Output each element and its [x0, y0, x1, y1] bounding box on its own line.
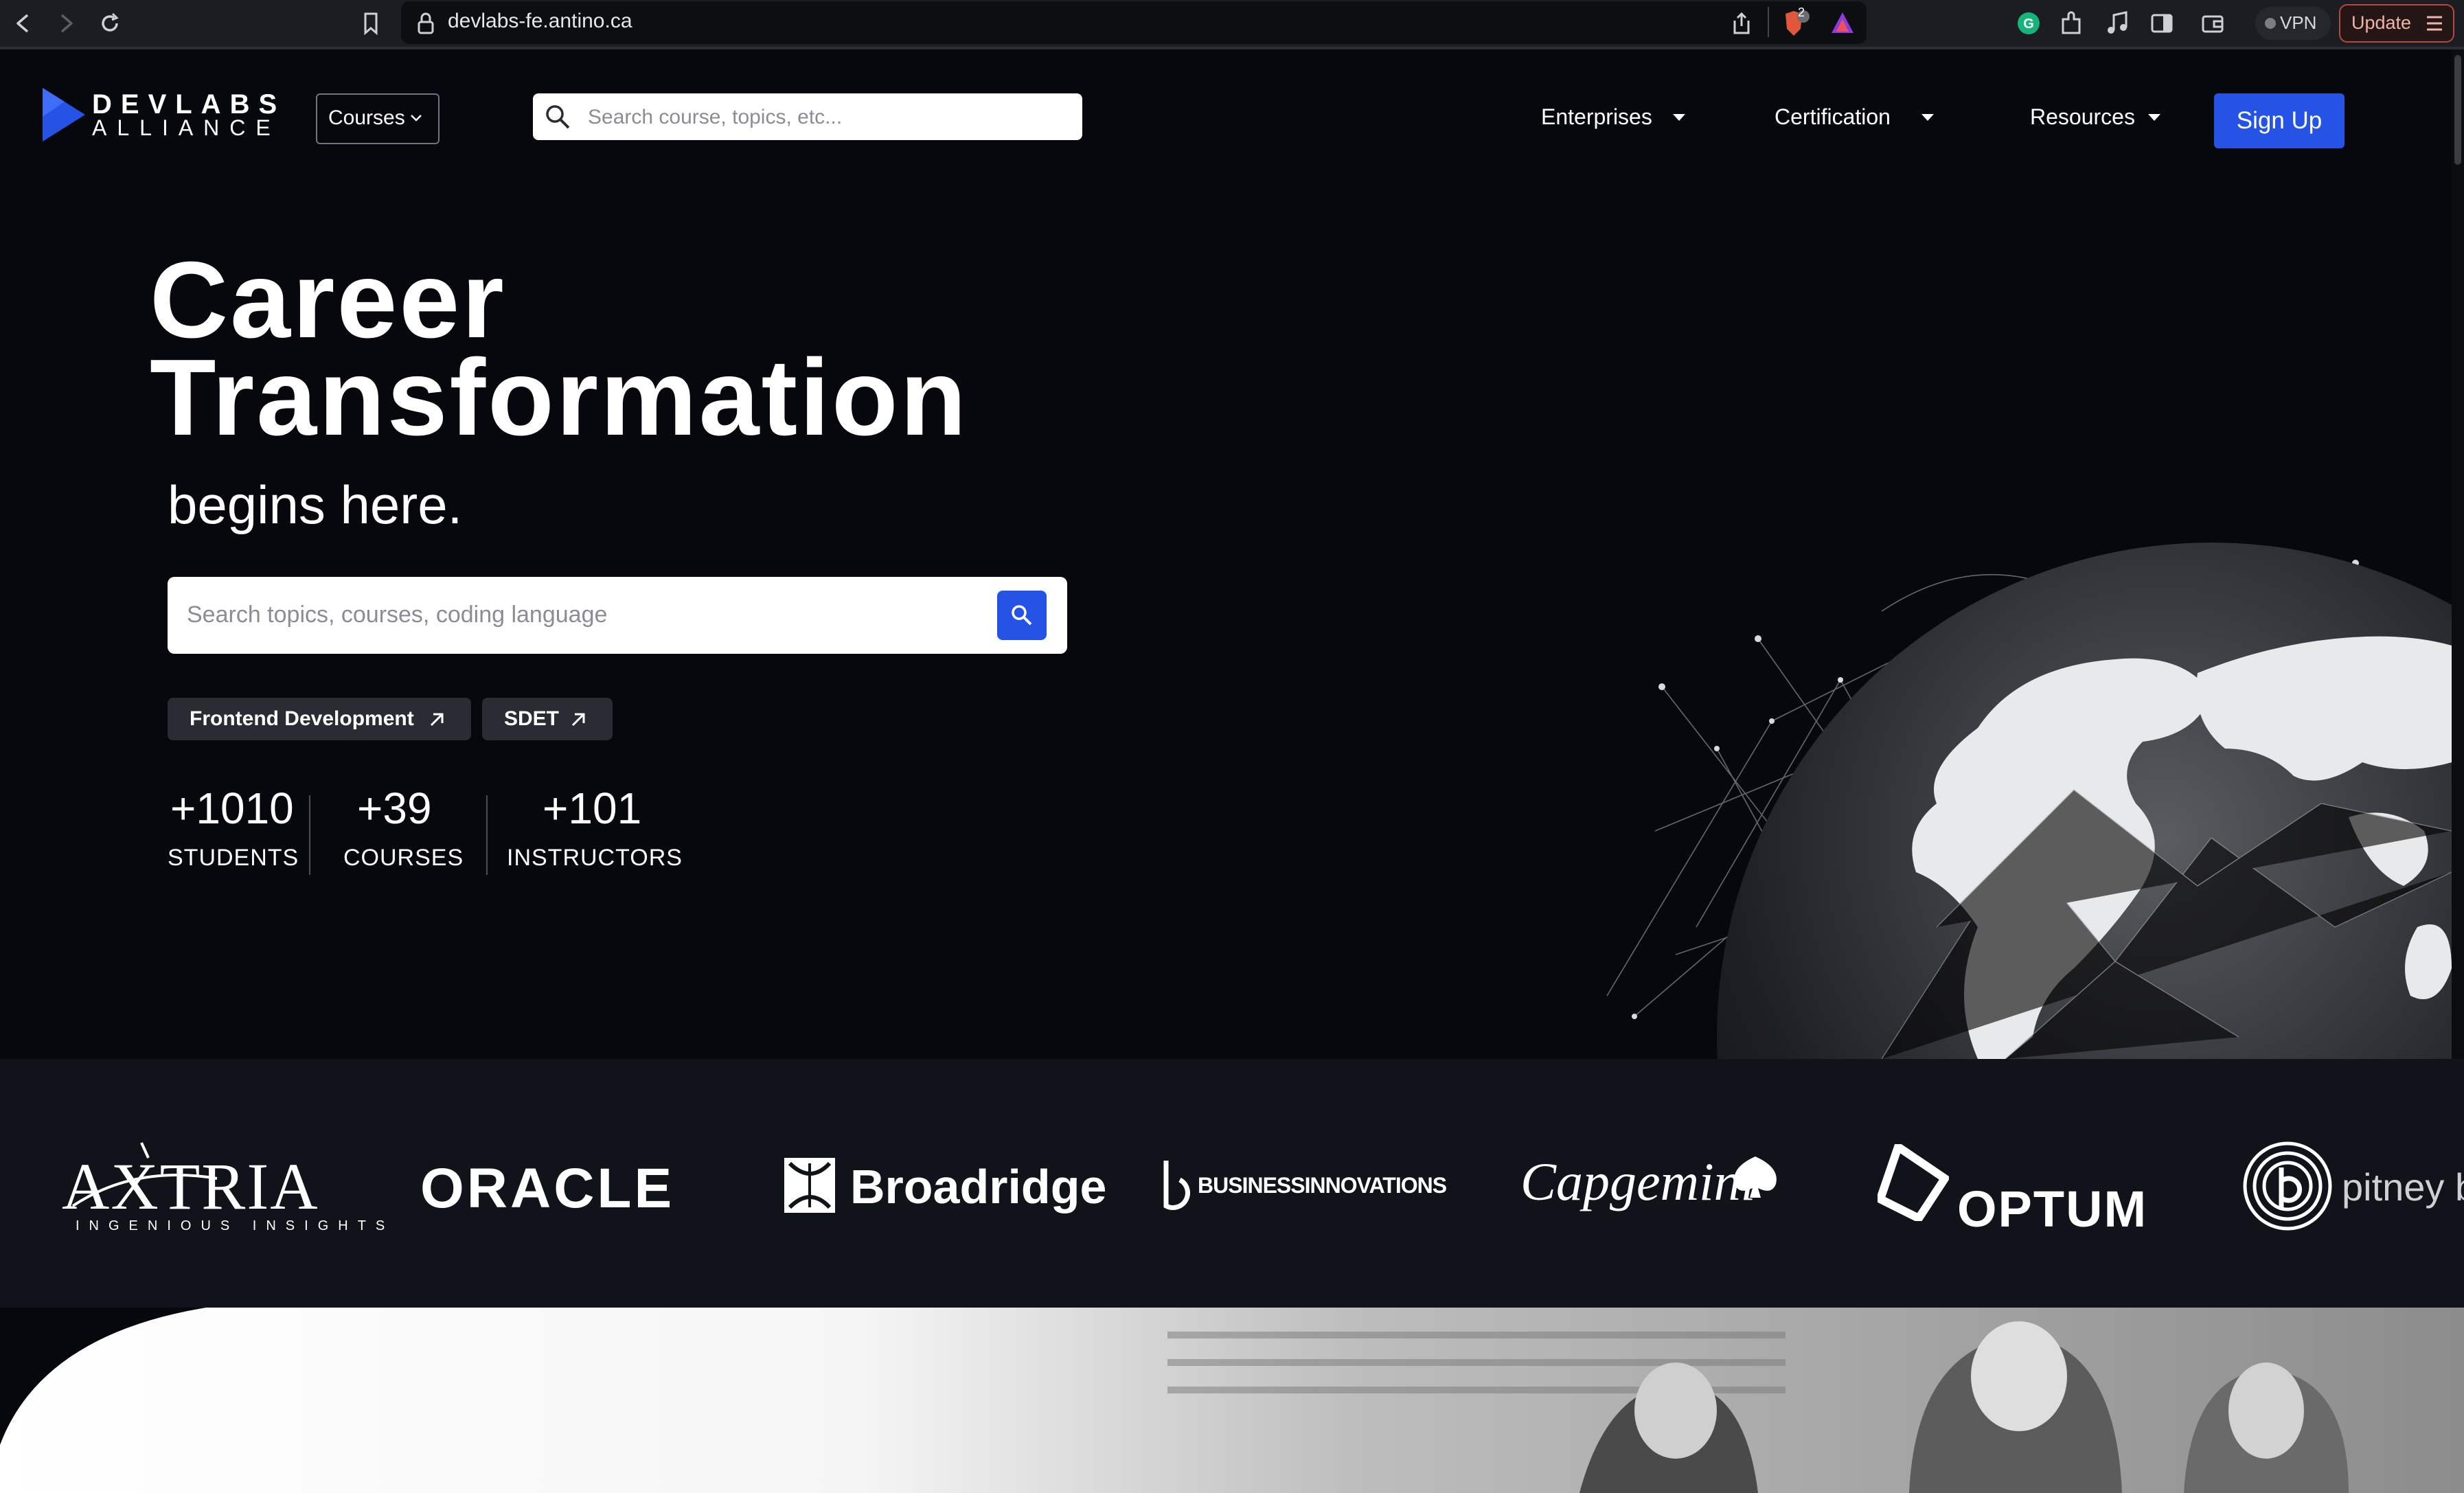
tag-frontend-label: Frontend Development: [190, 707, 414, 730]
broadridge-wordmark: Broadridge: [850, 1160, 1107, 1213]
stat-courses-value: +39: [357, 784, 432, 833]
devlabs-logo-icon[interactable]: [40, 85, 88, 144]
axtria-tagline: INGENIOUS INSIGHTS: [76, 1218, 395, 1233]
scrollbar-thumb[interactable]: [2454, 55, 2461, 165]
svg-text:G: G: [2023, 16, 2034, 32]
stat-students-value: +1010: [170, 784, 294, 833]
business-innovations-wordmark: BUSINESSINNOVATIONS: [1198, 1173, 1447, 1198]
nav-certification[interactable]: Certification: [1775, 104, 1891, 130]
update-label: Update: [2351, 12, 2412, 33]
forward-icon[interactable]: [52, 10, 80, 37]
courses-label: Courses: [328, 106, 405, 129]
stat-divider: [486, 795, 488, 875]
media-icon[interactable]: [2104, 10, 2132, 37]
header-search-placeholder: Search course, topics, etc...: [588, 106, 843, 128]
team-photo: [0, 1308, 2464, 1493]
extensions-icon[interactable]: [2057, 10, 2085, 37]
arrow-up-right-icon: [571, 713, 585, 727]
optum-wordmark: OPTUM: [1957, 1181, 2148, 1238]
back-icon[interactable]: [10, 10, 37, 37]
oracle-wordmark: ORACLE: [420, 1157, 675, 1220]
arrow-up-right-icon: [430, 713, 444, 727]
hero-search-button[interactable]: [997, 591, 1047, 640]
stat-instructors-label: INSTRUCTORS: [507, 845, 683, 871]
axtria-wordmark: AXTRIA: [62, 1150, 319, 1223]
caret-down-icon: [1673, 114, 1685, 121]
stat-instructors-value: +101: [543, 784, 642, 833]
grammarly-icon[interactable]: G: [2015, 10, 2042, 37]
share-icon[interactable]: [1729, 10, 1754, 37]
logo-wordmark-alliance[interactable]: ALLIANCE: [92, 115, 281, 141]
sign-up-label: Sign Up: [2236, 107, 2323, 134]
stat-students-label: STUDENTS: [168, 845, 299, 871]
capgemini-spade-icon: [1734, 1156, 1777, 1198]
hero-search-placeholder: Search topics, courses, coding language: [187, 602, 608, 628]
vpn-status-icon: [2265, 18, 2276, 29]
lock-icon: [418, 12, 434, 34]
pitney-bowes-wordmark: pitney bo: [2342, 1165, 2464, 1209]
vpn-label: VPN: [2280, 12, 2317, 33]
nav-enterprises[interactable]: Enterprises: [1541, 104, 1652, 130]
broadridge-logo-icon: [784, 1158, 835, 1213]
stat-courses-label: COURSES: [343, 845, 464, 871]
hero-title-line2: Transformation: [150, 337, 969, 458]
caret-down-icon: [1921, 114, 1934, 121]
search-icon: [1012, 605, 1032, 626]
hero-subtitle: begins here.: [168, 475, 463, 535]
stat-divider: [309, 795, 310, 875]
chrome-divider: [0, 47, 2464, 49]
team-photo-section: [0, 1308, 2464, 1493]
toolbar-divider: [1768, 7, 1769, 37]
tag-sdet-label: SDET: [504, 707, 560, 730]
caret-down-icon: [2148, 114, 2160, 121]
url-text: devlabs-fe.antino.ca: [448, 10, 632, 32]
nav-resources[interactable]: Resources: [2030, 104, 2135, 130]
sidebar-icon[interactable]: [2148, 10, 2176, 37]
shields-badge: 2: [1798, 5, 1805, 19]
pitney-bowes-logo-icon: [2243, 1141, 2332, 1231]
reload-icon[interactable]: [96, 10, 124, 37]
search-icon: [546, 105, 570, 129]
menu-icon[interactable]: [2424, 14, 2445, 33]
optum-logo-icon: [1878, 1144, 1949, 1221]
brave-rewards-icon[interactable]: [1829, 10, 1856, 37]
business-innovations-logo-icon: [1163, 1161, 1190, 1210]
wallet-icon[interactable]: [2199, 10, 2226, 37]
bookmark-icon[interactable]: [357, 10, 385, 37]
chevron-down-icon: [411, 115, 422, 122]
capgemini-wordmark: Capgemini: [1520, 1152, 1756, 1211]
globe-network-illustration: [1606, 543, 2452, 1059]
brave-shields-icon[interactable]: [1781, 10, 1810, 37]
